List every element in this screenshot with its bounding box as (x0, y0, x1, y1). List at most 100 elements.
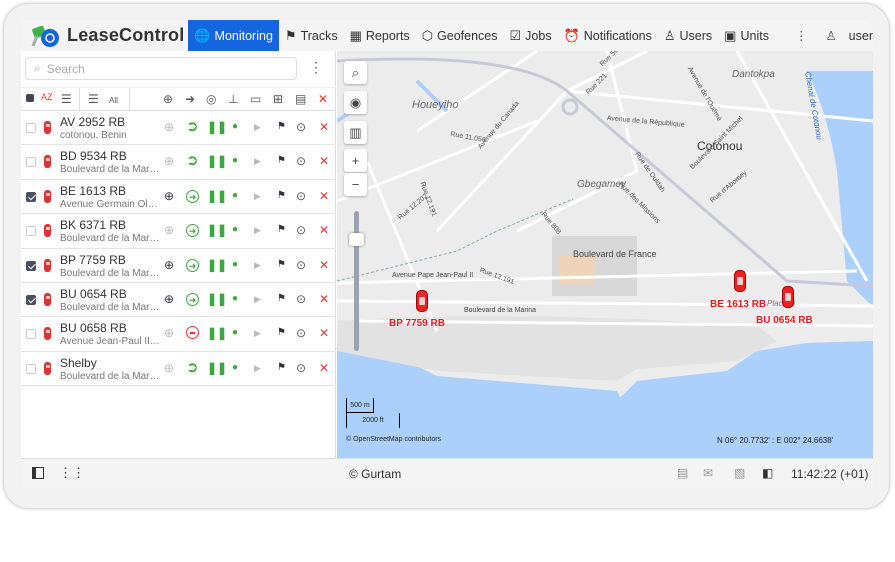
tab-users[interactable]: ♙ Users (658, 20, 718, 51)
pause-icon[interactable]: ❚❚ (207, 120, 227, 134)
pause-icon[interactable]: ❚❚ (207, 258, 227, 272)
monitor-icon[interactable]: ▭ (250, 92, 261, 106)
pause-icon[interactable]: ❚❚ (207, 223, 227, 237)
unit-checkbox[interactable] (26, 226, 36, 237)
pause-icon[interactable]: ❚❚ (207, 154, 227, 168)
zoom-in-button[interactable]: + (344, 149, 367, 172)
locate-icon[interactable]: ⊕ (164, 292, 174, 306)
remove-icon[interactable]: ✕ (319, 154, 329, 168)
remove-all-icon[interactable]: ✕ (318, 92, 328, 106)
play-icon[interactable]: ▶ (254, 120, 261, 134)
logo[interactable]: LeaseControl (21, 20, 188, 51)
dropdown-circle-icon[interactable]: ⊙ (296, 326, 306, 340)
list-icon[interactable]: ☰ (61, 92, 72, 106)
flag-icon[interactable]: ⚑ (277, 361, 286, 375)
apps-grid-icon[interactable]: ⋮⋮ (59, 465, 85, 481)
vehicle-marker-car-icon[interactable] (416, 290, 428, 312)
locate-icon[interactable]: ⊕ (164, 258, 174, 272)
unit-row[interactable]: BD 9534 RB Boulevard de la Mari... ⊕ ➲ ❚… (21, 145, 336, 180)
unit-row[interactable]: BK 6371 RB Boulevard de la Mari... ⊕ ➜ ❚… (21, 214, 336, 249)
signal-icon[interactable]: ◎ (206, 92, 216, 106)
gallery-icon[interactable]: ▧ (734, 466, 745, 480)
locate-icon[interactable]: ⊕ (164, 223, 174, 237)
dropdown-circle-icon[interactable]: ⊙ (296, 223, 306, 237)
add-command-icon[interactable]: ⊞ (273, 92, 283, 106)
locate-icon[interactable]: ⊕ (164, 120, 174, 134)
dropdown-circle-icon[interactable]: ⊙ (296, 120, 306, 134)
unit-checkbox[interactable] (26, 294, 36, 305)
search-input[interactable]: ⌕ Search (25, 57, 297, 80)
play-icon[interactable]: ▶ (254, 189, 261, 203)
unit-name[interactable]: BP 7759 RB (60, 253, 126, 267)
play-icon[interactable]: ▶ (254, 154, 261, 168)
unit-row[interactable]: BU 0654 RB Boulevard de la Mari... ⊕ ➜ ❚… (21, 283, 336, 318)
locate-icon[interactable]: ⊕ (164, 189, 174, 203)
tab-jobs[interactable]: ☑ Jobs (504, 20, 558, 51)
vehicle-marker-car-icon[interactable] (734, 270, 746, 292)
unit-name[interactable]: Shelby (60, 356, 97, 370)
tab-reports[interactable]: ▦ Reports (344, 20, 416, 51)
unit-checkbox[interactable] (26, 260, 36, 271)
map-visibility-button[interactable]: ◉ (344, 91, 367, 114)
pause-icon[interactable]: ❚❚ (207, 292, 227, 306)
dropdown-circle-icon[interactable]: ⊙ (296, 154, 306, 168)
flag-icon[interactable]: ⚑ (277, 154, 286, 168)
flag-icon[interactable]: ⚑ (277, 326, 286, 340)
flag-icon[interactable]: ⚑ (277, 189, 286, 203)
flag-icon[interactable]: ⚑ (277, 292, 286, 306)
tab-geofences[interactable]: ⬡ Geofences (416, 20, 504, 51)
dropdown-circle-icon[interactable]: ⊙ (296, 292, 306, 306)
layout-icon[interactable]: ◧ (762, 466, 773, 480)
hardware-icon[interactable]: ⊥ (228, 92, 238, 106)
remove-icon[interactable]: ✕ (319, 189, 329, 203)
add-to-list-icon[interactable]: ☰ (88, 92, 99, 106)
locate-icon[interactable]: ⊕ (164, 326, 174, 340)
user-name[interactable]: user (849, 29, 873, 43)
remove-icon[interactable]: ✕ (319, 326, 329, 340)
remove-icon[interactable]: ✕ (319, 292, 329, 306)
dropdown-circle-icon[interactable]: ⊙ (296, 258, 306, 272)
map-attribution[interactable]: © OpenStreetMap contributors (346, 436, 441, 443)
vehicle-label[interactable]: BE 1613 RB (710, 299, 766, 310)
unit-row[interactable]: Shelby Boulevard de la Mari... ⊕ ➲ ❚❚ ● … (21, 352, 336, 387)
add-all-icon[interactable]: All (109, 96, 118, 105)
unit-row[interactable]: BU 0658 RB Avenue Jean-Paul II,... ⊕ ❚❚ … (21, 317, 336, 352)
vehicle-marker-car-icon[interactable] (782, 286, 794, 308)
unit-checkbox[interactable] (26, 363, 36, 374)
select-all-checkbox[interactable] (26, 94, 34, 102)
events-icon[interactable]: ▤ (677, 466, 688, 480)
unit-row[interactable]: AV 2952 RB cotonou, Benin ⊕ ➲ ❚❚ ● ▶ ⚑ ⊙… (21, 111, 336, 146)
unit-name[interactable]: BK 6371 RB (60, 218, 126, 232)
play-icon[interactable]: ▶ (254, 292, 261, 306)
pause-icon[interactable]: ❚❚ (207, 189, 227, 203)
tab-monitoring[interactable]: 🌐 Monitoring (188, 20, 279, 51)
dropdown-circle-icon[interactable]: ⊙ (296, 189, 306, 203)
unit-row[interactable]: BE 1613 RB Avenue Germain Olo... ⊕ ➜ ❚❚ … (21, 180, 336, 215)
zoom-slider-handle[interactable] (349, 233, 364, 246)
flag-icon[interactable]: ⚑ (277, 258, 286, 272)
unit-name[interactable]: AV 2952 RB (60, 115, 125, 129)
unit-name[interactable]: BD 9534 RB (60, 149, 127, 163)
remove-icon[interactable]: ✕ (319, 361, 329, 375)
locate-all-icon[interactable]: ⊕ (163, 92, 173, 106)
map[interactable]: ⌕ ◉ ▥ + − Houeyiho Dantokpa Cotonou Gbegame… (337, 51, 873, 458)
locate-icon[interactable]: ⊕ (164, 361, 174, 375)
vehicle-label[interactable]: BP 7759 RB (389, 318, 445, 329)
tab-notifications[interactable]: ⏰ Notifications (558, 20, 658, 51)
unit-name[interactable]: BU 0654 RB (60, 287, 127, 301)
tab-tracks[interactable]: ⚑ Tracks (279, 20, 344, 51)
user-icon[interactable]: ♙ (825, 28, 836, 43)
zoom-out-button[interactable]: − (344, 173, 367, 196)
list-menu-icon[interactable]: ⋮ (309, 59, 323, 76)
flag-icon[interactable]: ⚑ (277, 120, 286, 134)
flag-icon[interactable]: ⚑ (277, 223, 286, 237)
dropdown-circle-icon[interactable]: ⊙ (296, 361, 306, 375)
play-icon[interactable]: ▶ (254, 223, 261, 237)
unit-checkbox[interactable] (26, 123, 36, 133)
pause-icon[interactable]: ❚❚ (207, 361, 227, 375)
play-icon[interactable]: ▶ (254, 258, 261, 272)
unit-checkbox[interactable] (26, 329, 36, 340)
messages-icon[interactable]: ✉ (703, 466, 713, 480)
map-search-button[interactable]: ⌕ (344, 61, 367, 84)
unit-row[interactable]: BP 7759 RB Boulevard de la Mari... ⊕ ➜ ❚… (21, 249, 336, 283)
